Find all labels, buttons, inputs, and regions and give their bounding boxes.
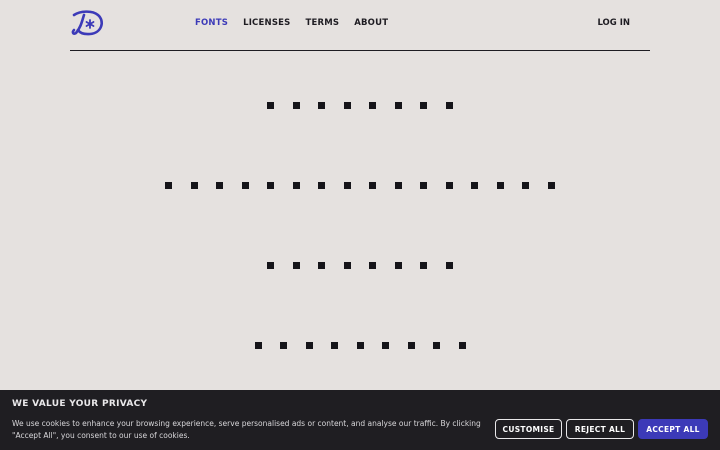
placeholder-square: [267, 102, 275, 109]
placeholder-square: [190, 182, 198, 189]
placeholder-row: [0, 102, 720, 109]
page: FONTS LICENSES TERMS ABOUT LOG IN WE VAL…: [0, 0, 720, 450]
placeholder-square: [267, 262, 275, 269]
placeholder-square: [343, 182, 351, 189]
login-link[interactable]: LOG IN: [597, 18, 630, 28]
placeholder-square: [165, 182, 173, 189]
placeholder-square: [420, 262, 428, 269]
placeholder-square: [356, 342, 364, 349]
placeholder-square: [292, 262, 300, 269]
placeholder-row: [0, 342, 720, 349]
placeholder-square: [318, 182, 326, 189]
placeholder-square: [343, 102, 351, 109]
placeholder-square: [420, 102, 428, 109]
placeholder-square: [445, 262, 453, 269]
placeholder-square: [331, 342, 338, 349]
placeholder-square: [216, 182, 224, 189]
placeholder-square: [305, 342, 313, 349]
placeholder-square: [292, 102, 300, 109]
placeholder-square: [254, 342, 262, 349]
placeholder-square: [267, 182, 275, 189]
placeholder-square: [445, 102, 453, 109]
placeholder-square: [407, 342, 415, 349]
placeholder-square: [458, 342, 466, 349]
placeholder-square: [394, 102, 402, 109]
placeholder-square: [394, 262, 402, 269]
cookie-text: We use cookies to enhance your browsing …: [12, 419, 481, 440]
placeholder-square: [318, 102, 326, 109]
reject-all-button[interactable]: REJECT ALL: [566, 419, 634, 439]
placeholder-square: [382, 342, 389, 349]
placeholder-square: [369, 262, 377, 269]
placeholder-square: [445, 182, 453, 189]
placeholder-square: [292, 182, 300, 189]
placeholder-square: [318, 262, 326, 269]
placeholder-square: [369, 182, 377, 189]
placeholder-row: [0, 182, 720, 189]
placeholder-row: [0, 262, 720, 269]
type-logo-icon[interactable]: [70, 9, 106, 37]
placeholder-square: [496, 182, 504, 189]
placeholder-square: [433, 342, 440, 349]
nav-item-fonts[interactable]: FONTS: [195, 18, 228, 28]
placeholder-square: [522, 182, 530, 189]
nav-item-about[interactable]: ABOUT: [354, 18, 388, 28]
placeholder-square: [280, 342, 287, 349]
placeholder-square: [343, 262, 351, 269]
cookie-banner: WE VALUE YOUR PRIVACY We use cookies to …: [0, 390, 720, 450]
site-header: FONTS LICENSES TERMS ABOUT LOG IN: [70, 0, 650, 51]
placeholder-square: [241, 182, 249, 189]
customise-button[interactable]: CUSTOMISE: [495, 419, 562, 439]
nav-item-licenses[interactable]: LICENSES: [243, 18, 290, 28]
placeholder-square: [394, 182, 402, 189]
cookie-title: WE VALUE YOUR PRIVACY: [12, 399, 148, 409]
placeholder-square: [369, 102, 377, 109]
placeholder-square: [471, 182, 479, 189]
placeholder-square: [420, 182, 428, 189]
accept-all-button[interactable]: ACCEPT ALL: [638, 419, 708, 439]
nav-item-terms[interactable]: TERMS: [305, 18, 339, 28]
main-nav: FONTS LICENSES TERMS ABOUT: [195, 18, 388, 28]
placeholder-square: [547, 182, 555, 189]
